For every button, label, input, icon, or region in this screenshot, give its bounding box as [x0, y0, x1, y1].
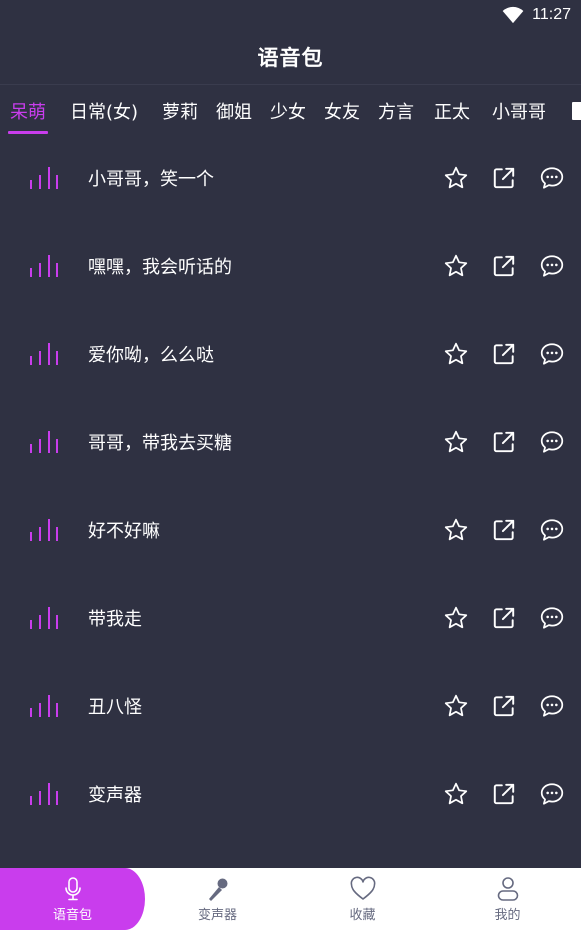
star-icon[interactable] — [443, 253, 469, 279]
tab-yujie[interactable]: 御姐 — [216, 85, 252, 136]
star-icon[interactable] — [443, 165, 469, 191]
comment-icon[interactable] — [539, 429, 565, 455]
item-actions — [443, 517, 565, 543]
list-item[interactable]: 丑八怪 — [0, 662, 581, 750]
comment-icon[interactable] — [539, 517, 565, 543]
comment-icon[interactable] — [539, 341, 565, 367]
item-actions — [443, 693, 565, 719]
share-icon[interactable] — [491, 517, 517, 543]
item-label: 丑八怪 — [88, 697, 142, 718]
category-tabs: 呆萌 日常(女) 萝莉 御姐 少女 女友 方言 正太 小哥哥 — [0, 84, 581, 136]
bottom-nav: 语音包 变声器 收藏 我的 — [0, 868, 581, 930]
sound-wave-icon — [30, 255, 58, 277]
header: 语音包 — [0, 30, 581, 84]
item-label: 哥哥，带我去买糖 — [88, 433, 232, 454]
page-title: 语音包 — [257, 46, 324, 70]
nav-voice-pack[interactable]: 语音包 — [0, 868, 159, 930]
voice-list: 小哥哥，笑一个 嘿嘿，我会听话的 爱你呦，么么哒 哥哥，带我去买糖 好不好嘛 带… — [0, 134, 581, 838]
status-bar: 11:27 — [0, 0, 581, 30]
list-item[interactable]: 变声器 — [0, 750, 581, 838]
list-item[interactable]: 爱你呦，么么哒 — [0, 310, 581, 398]
item-label: 小哥哥，笑一个 — [88, 169, 214, 190]
comment-icon[interactable] — [539, 165, 565, 191]
share-icon[interactable] — [491, 429, 517, 455]
tab-xiaogege[interactable]: 小哥哥 — [492, 85, 546, 136]
karaoke-mic-icon — [208, 878, 227, 901]
share-icon[interactable] — [491, 693, 517, 719]
item-actions — [443, 605, 565, 631]
item-label: 好不好嘛 — [88, 521, 160, 542]
nav-favorites[interactable]: 收藏 — [290, 868, 435, 930]
star-icon[interactable] — [443, 517, 469, 543]
sound-wave-icon — [30, 343, 58, 365]
status-time: 11:27 — [532, 6, 571, 23]
star-icon[interactable] — [443, 693, 469, 719]
tab-dialect[interactable]: 方言 — [378, 85, 414, 136]
share-icon[interactable] — [491, 341, 517, 367]
sound-wave-icon — [30, 167, 58, 189]
microphone-icon — [64, 877, 81, 901]
share-icon[interactable] — [491, 781, 517, 807]
tab-daimeng[interactable]: 呆萌 — [8, 85, 48, 136]
item-actions — [443, 253, 565, 279]
item-label: 爱你呦，么么哒 — [88, 345, 214, 366]
sound-wave-icon — [30, 695, 58, 717]
nav-label: 变声器 — [197, 908, 237, 923]
item-actions — [443, 165, 565, 191]
list-item[interactable]: 带我走 — [0, 574, 581, 662]
item-actions — [443, 781, 565, 807]
nav-label: 语音包 — [52, 908, 92, 923]
user-icon — [497, 877, 518, 901]
nav-label: 收藏 — [349, 908, 376, 923]
item-actions — [443, 341, 565, 367]
star-icon[interactable] — [443, 781, 469, 807]
list-item[interactable]: 好不好嘛 — [0, 486, 581, 574]
share-icon[interactable] — [491, 253, 517, 279]
sound-wave-icon — [30, 431, 58, 453]
nav-voice-changer[interactable]: 变声器 — [145, 868, 290, 930]
item-label: 嘿嘿，我会听话的 — [88, 257, 232, 278]
heart-icon — [350, 876, 375, 900]
nav-label: 我的 — [494, 908, 521, 923]
share-icon[interactable] — [491, 165, 517, 191]
comment-icon[interactable] — [539, 605, 565, 631]
nav-mine[interactable]: 我的 — [435, 868, 580, 930]
comment-icon[interactable] — [539, 693, 565, 719]
list-item[interactable]: 小哥哥，笑一个 — [0, 134, 581, 222]
tab-girl[interactable]: 少女 — [270, 85, 306, 136]
star-icon[interactable] — [443, 429, 469, 455]
tab-daily-female[interactable]: 日常(女) — [70, 85, 138, 136]
item-label: 带我走 — [88, 609, 142, 630]
sound-wave-icon — [30, 607, 58, 629]
item-actions — [443, 429, 565, 455]
tab-more[interactable] — [572, 85, 581, 136]
list-item[interactable]: 哥哥，带我去买糖 — [0, 398, 581, 486]
tab-loli[interactable]: 萝莉 — [162, 85, 198, 136]
tab-zhengtai[interactable]: 正太 — [434, 85, 470, 136]
tab-girlfriend[interactable]: 女友 — [324, 85, 360, 136]
sound-wave-icon — [30, 519, 58, 541]
share-icon[interactable] — [491, 605, 517, 631]
star-icon[interactable] — [443, 341, 469, 367]
sound-wave-icon — [30, 783, 58, 805]
wifi-icon — [502, 6, 524, 24]
item-label: 变声器 — [88, 785, 142, 806]
tab-more-partial — [572, 101, 581, 120]
star-icon[interactable] — [443, 605, 469, 631]
comment-icon[interactable] — [539, 781, 565, 807]
comment-icon[interactable] — [539, 253, 565, 279]
list-item[interactable]: 嘿嘿，我会听话的 — [0, 222, 581, 310]
